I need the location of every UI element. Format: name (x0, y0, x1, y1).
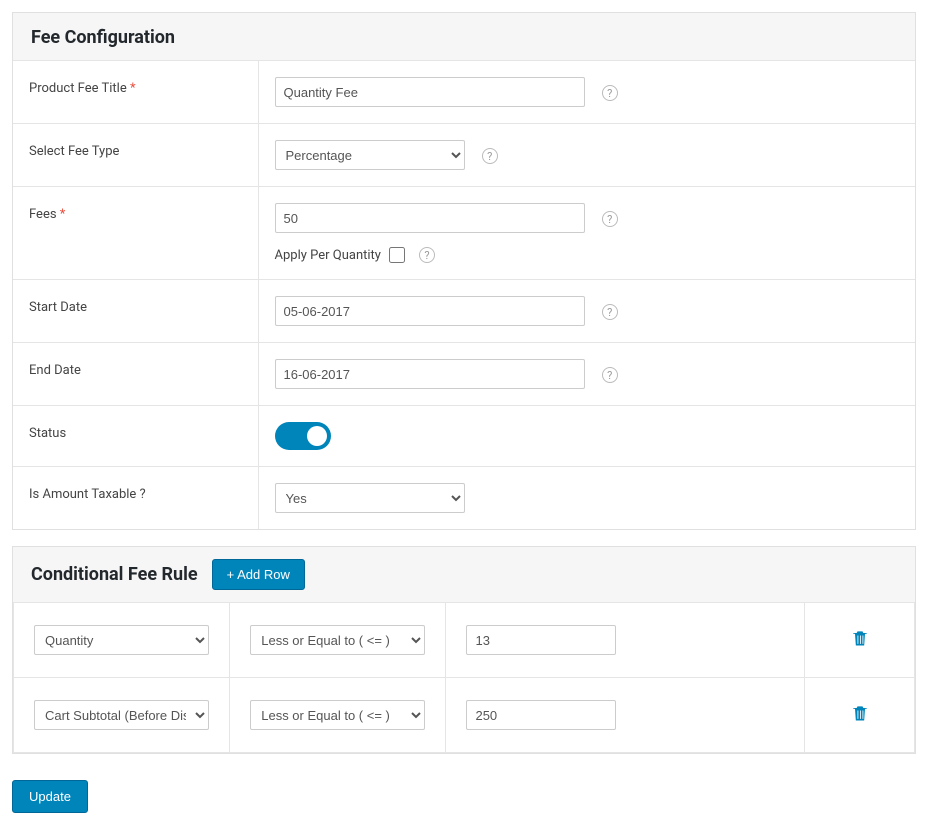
fee-configuration-panel: Fee Configuration Product Fee Title * ? … (12, 12, 916, 530)
label-product-fee-title: Product Fee Title * (13, 61, 258, 124)
add-row-button[interactable]: + Add Row (212, 559, 305, 590)
label-fees: Fees * (13, 187, 258, 280)
fee-type-select[interactable]: Percentage (275, 140, 465, 170)
rule-field-select[interactable]: Cart Subtotal (Before Disc (34, 700, 209, 730)
fee-config-heading: Fee Configuration (13, 13, 915, 60)
rule-operator-select[interactable]: Less or Equal to ( <= ) (250, 700, 425, 730)
rule-operator-select[interactable]: Less or Equal to ( <= ) (250, 625, 425, 655)
help-icon[interactable]: ? (419, 247, 435, 263)
product-fee-title-input[interactable] (275, 77, 585, 107)
apply-per-qty-checkbox[interactable] (389, 247, 405, 263)
status-toggle[interactable] (275, 422, 331, 450)
help-icon[interactable]: ? (602, 304, 618, 320)
label-taxable: Is Amount Taxable ? (13, 467, 258, 530)
table-row: Quantity Less or Equal to ( <= ) (14, 603, 915, 678)
label-start-date: Start Date (13, 280, 258, 343)
trash-icon[interactable] (850, 702, 870, 724)
help-icon[interactable]: ? (602, 211, 618, 227)
rule-field-select[interactable]: Quantity (34, 625, 209, 655)
taxable-select[interactable]: Yes (275, 483, 465, 513)
start-date-input[interactable] (275, 296, 585, 326)
fee-config-table: Product Fee Title * ? Select Fee Type Pe… (13, 60, 915, 529)
cond-rule-heading: Conditional Fee Rule (31, 564, 198, 585)
label-select-fee-type: Select Fee Type (13, 124, 258, 187)
update-button[interactable]: Update (12, 780, 88, 813)
help-icon[interactable]: ? (602, 85, 618, 101)
conditional-fee-rule-panel: Conditional Fee Rule + Add Row Quantity L… (12, 546, 916, 754)
apply-per-qty-label: Apply Per Quantity (275, 248, 381, 263)
fees-input[interactable] (275, 203, 585, 233)
label-status: Status (13, 406, 258, 467)
rules-table: QuantityLess or Equal to ( <= )Cart Subt… (13, 602, 915, 753)
trash-icon[interactable] (850, 627, 870, 649)
end-date-input[interactable] (275, 359, 585, 389)
rule-value-input[interactable] (466, 625, 616, 655)
rule-value-input[interactable] (466, 700, 616, 730)
help-icon[interactable]: ? (602, 367, 618, 383)
table-row: Cart Subtotal (Before Disc Less or Equal … (14, 678, 915, 753)
help-icon[interactable]: ? (482, 148, 498, 164)
label-end-date: End Date (13, 343, 258, 406)
